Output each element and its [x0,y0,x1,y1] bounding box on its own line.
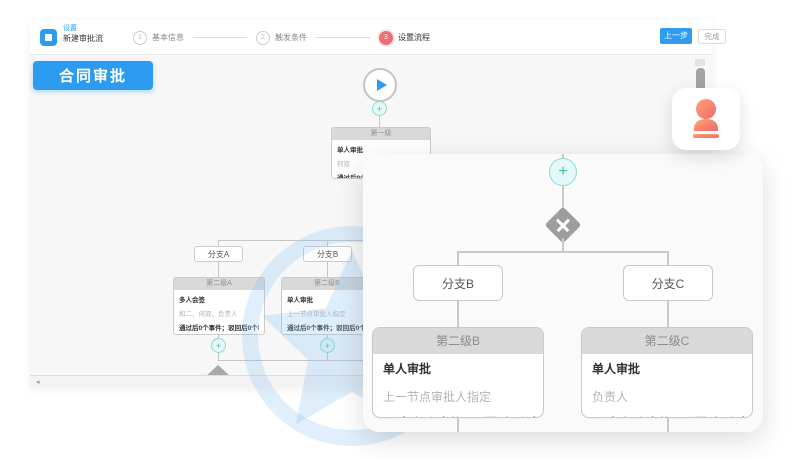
app-label: 设置 [63,25,103,34]
page: 设置 新建审批流 1 基本信息 2 触发条件 3 设置流程 上 [0,0,792,459]
done-button[interactable]: 完成 [698,29,726,44]
node-assignee: 和二、何双、负责人 [179,308,259,318]
settings-app-icon [40,29,57,46]
connector-line [667,301,669,327]
step-set-process[interactable]: 3 设置流程 [379,31,430,45]
approval-node-level2a[interactable]: 第二级A 多人会签 和二、何双、负责人 通过后0个事件；驳回后0个事件 [173,277,265,335]
branch-split-line [457,251,669,253]
node-title: 第二级C [582,328,752,354]
previous-step-button[interactable]: 上一步 [660,28,692,44]
add-node-icon[interactable] [549,158,577,186]
step-indicator: 1 基本信息 2 触发条件 3 设置流程 [133,20,430,55]
node-events: 通过后0个事件；驳回后0个事件 [179,322,259,332]
page-title: 新建审批流 [63,34,103,44]
approval-node-level2b[interactable]: 第二级B 单人审批 上一节点审批人指定 通过后0个事件；驳回后0个事件 [372,327,544,418]
node-approval-type: 单人审批 [287,294,367,304]
node-title: 第二级B [373,328,543,354]
step-basic-info[interactable]: 1 基本信息 [133,31,184,45]
add-node-icon[interactable] [372,101,387,116]
step-connector [316,37,370,38]
step-number: 2 [256,31,270,45]
node-approval-type: 单人审批 [337,144,425,154]
window-titles: 设置 新建审批流 [63,25,103,44]
scrollbar-button[interactable] [695,59,705,66]
start-node[interactable] [363,68,397,102]
node-approval-type: 单人审批 [592,360,742,377]
connector-line [457,301,459,327]
contract-approval-tag[interactable]: 合同审批 [33,61,153,90]
node-title: 第二级B [282,278,372,290]
node-title: 第一级 [332,128,430,140]
step-label: 基本信息 [152,32,184,43]
step-number: 1 [133,31,147,45]
node-approval-type: 多人会签 [179,294,259,304]
connector-line [562,238,564,252]
approval-node-level2c[interactable]: 第二级C 单人审批 负责人 通过后0个事件；驳回后0个事件 [581,327,753,418]
window-header: 设置 新建审批流 1 基本信息 2 触发条件 3 设置流程 上 [30,20,712,55]
add-node-icon[interactable] [211,338,226,353]
step-number: 3 [379,31,393,45]
connector-line [379,116,380,127]
stamp-icon [687,98,725,140]
scroll-left-icon[interactable]: ◂ [36,378,40,386]
connector-line [457,251,459,265]
connector-line [327,262,328,277]
node-assignee: 上一节点审批人指定 [383,388,533,405]
branch-b-box[interactable]: 分支B [413,265,503,301]
stamp-card [672,88,740,150]
step-label: 触发条件 [275,32,307,43]
collapse-triangle-icon[interactable] [205,365,231,375]
add-node-icon[interactable] [320,338,335,353]
step-trigger-condition[interactable]: 2 触发条件 [256,31,307,45]
node-events: 通过后0个事件；驳回后0个事件 [287,322,367,332]
connector-line [667,251,669,265]
zoomed-flow-panel: 分支B 分支C 第二级B 单人审批 上一节点审批人指定 通过后0个事件；驳回后0… [363,154,763,432]
branch-c-box[interactable]: 分支C [623,265,713,301]
node-assignee: 上一节点审批人指定 [287,308,367,318]
connector-line [327,352,328,360]
branch-a-box[interactable]: 分支A [194,246,243,262]
connector-line [457,418,459,432]
connector-line [218,262,219,277]
node-assignee: 负责人 [592,388,742,405]
step-connector [193,37,247,38]
step-label: 设置流程 [398,32,430,43]
connector-line [218,352,219,360]
node-title: 第二级A [174,278,264,290]
branch-b-box[interactable]: 分支B [303,246,352,262]
node-approval-type: 单人审批 [383,360,533,377]
play-icon [377,79,387,91]
approval-node-level2b[interactable]: 第二级B 单人审批 上一节点审批人指定 通过后0个事件；驳回后0个事件 [281,277,373,335]
connector-line [667,418,669,432]
